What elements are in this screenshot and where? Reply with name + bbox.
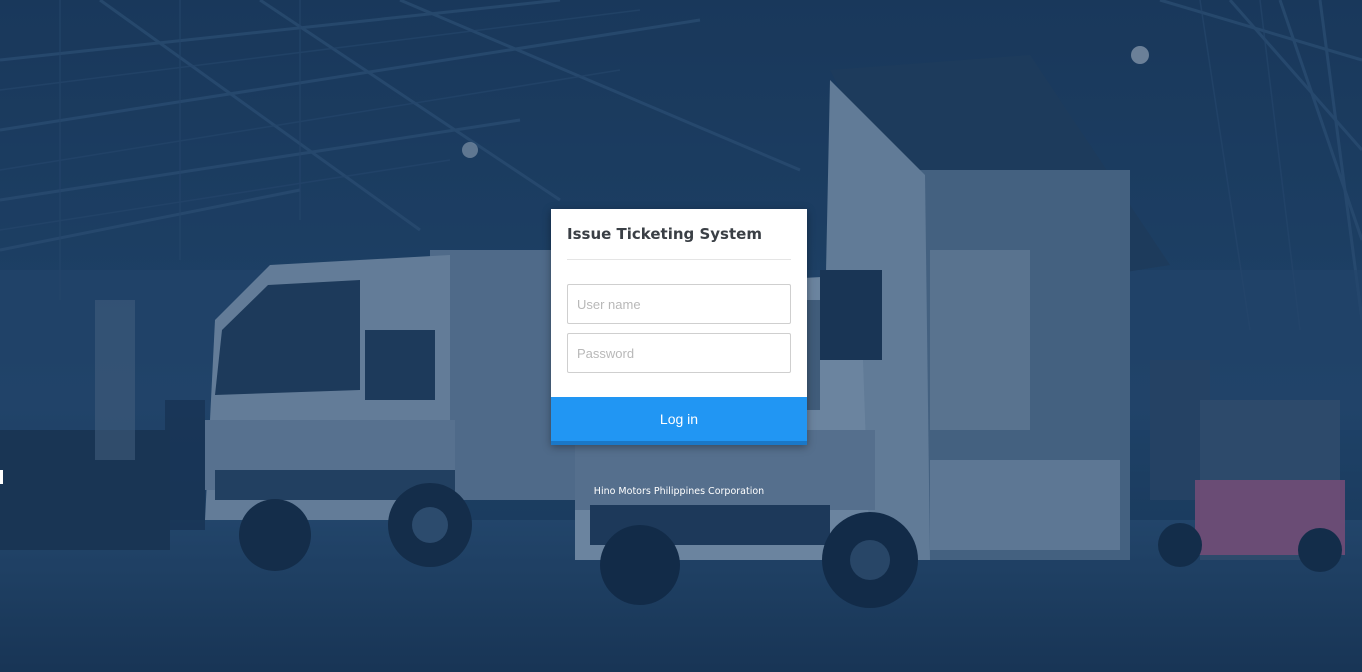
password-input[interactable]	[567, 333, 791, 373]
login-button-shadow	[551, 441, 807, 445]
title-divider	[567, 259, 791, 260]
company-footer: Hino Motors Philippines Corporation	[593, 486, 765, 497]
left-edge-marker	[0, 470, 3, 484]
login-page: Issue Ticketing System Log in Hino Motor…	[0, 0, 1362, 672]
login-card: Issue Ticketing System Log in	[551, 209, 807, 445]
username-input[interactable]	[567, 284, 791, 324]
login-button[interactable]: Log in	[551, 397, 807, 441]
login-title: Issue Ticketing System	[567, 225, 762, 243]
